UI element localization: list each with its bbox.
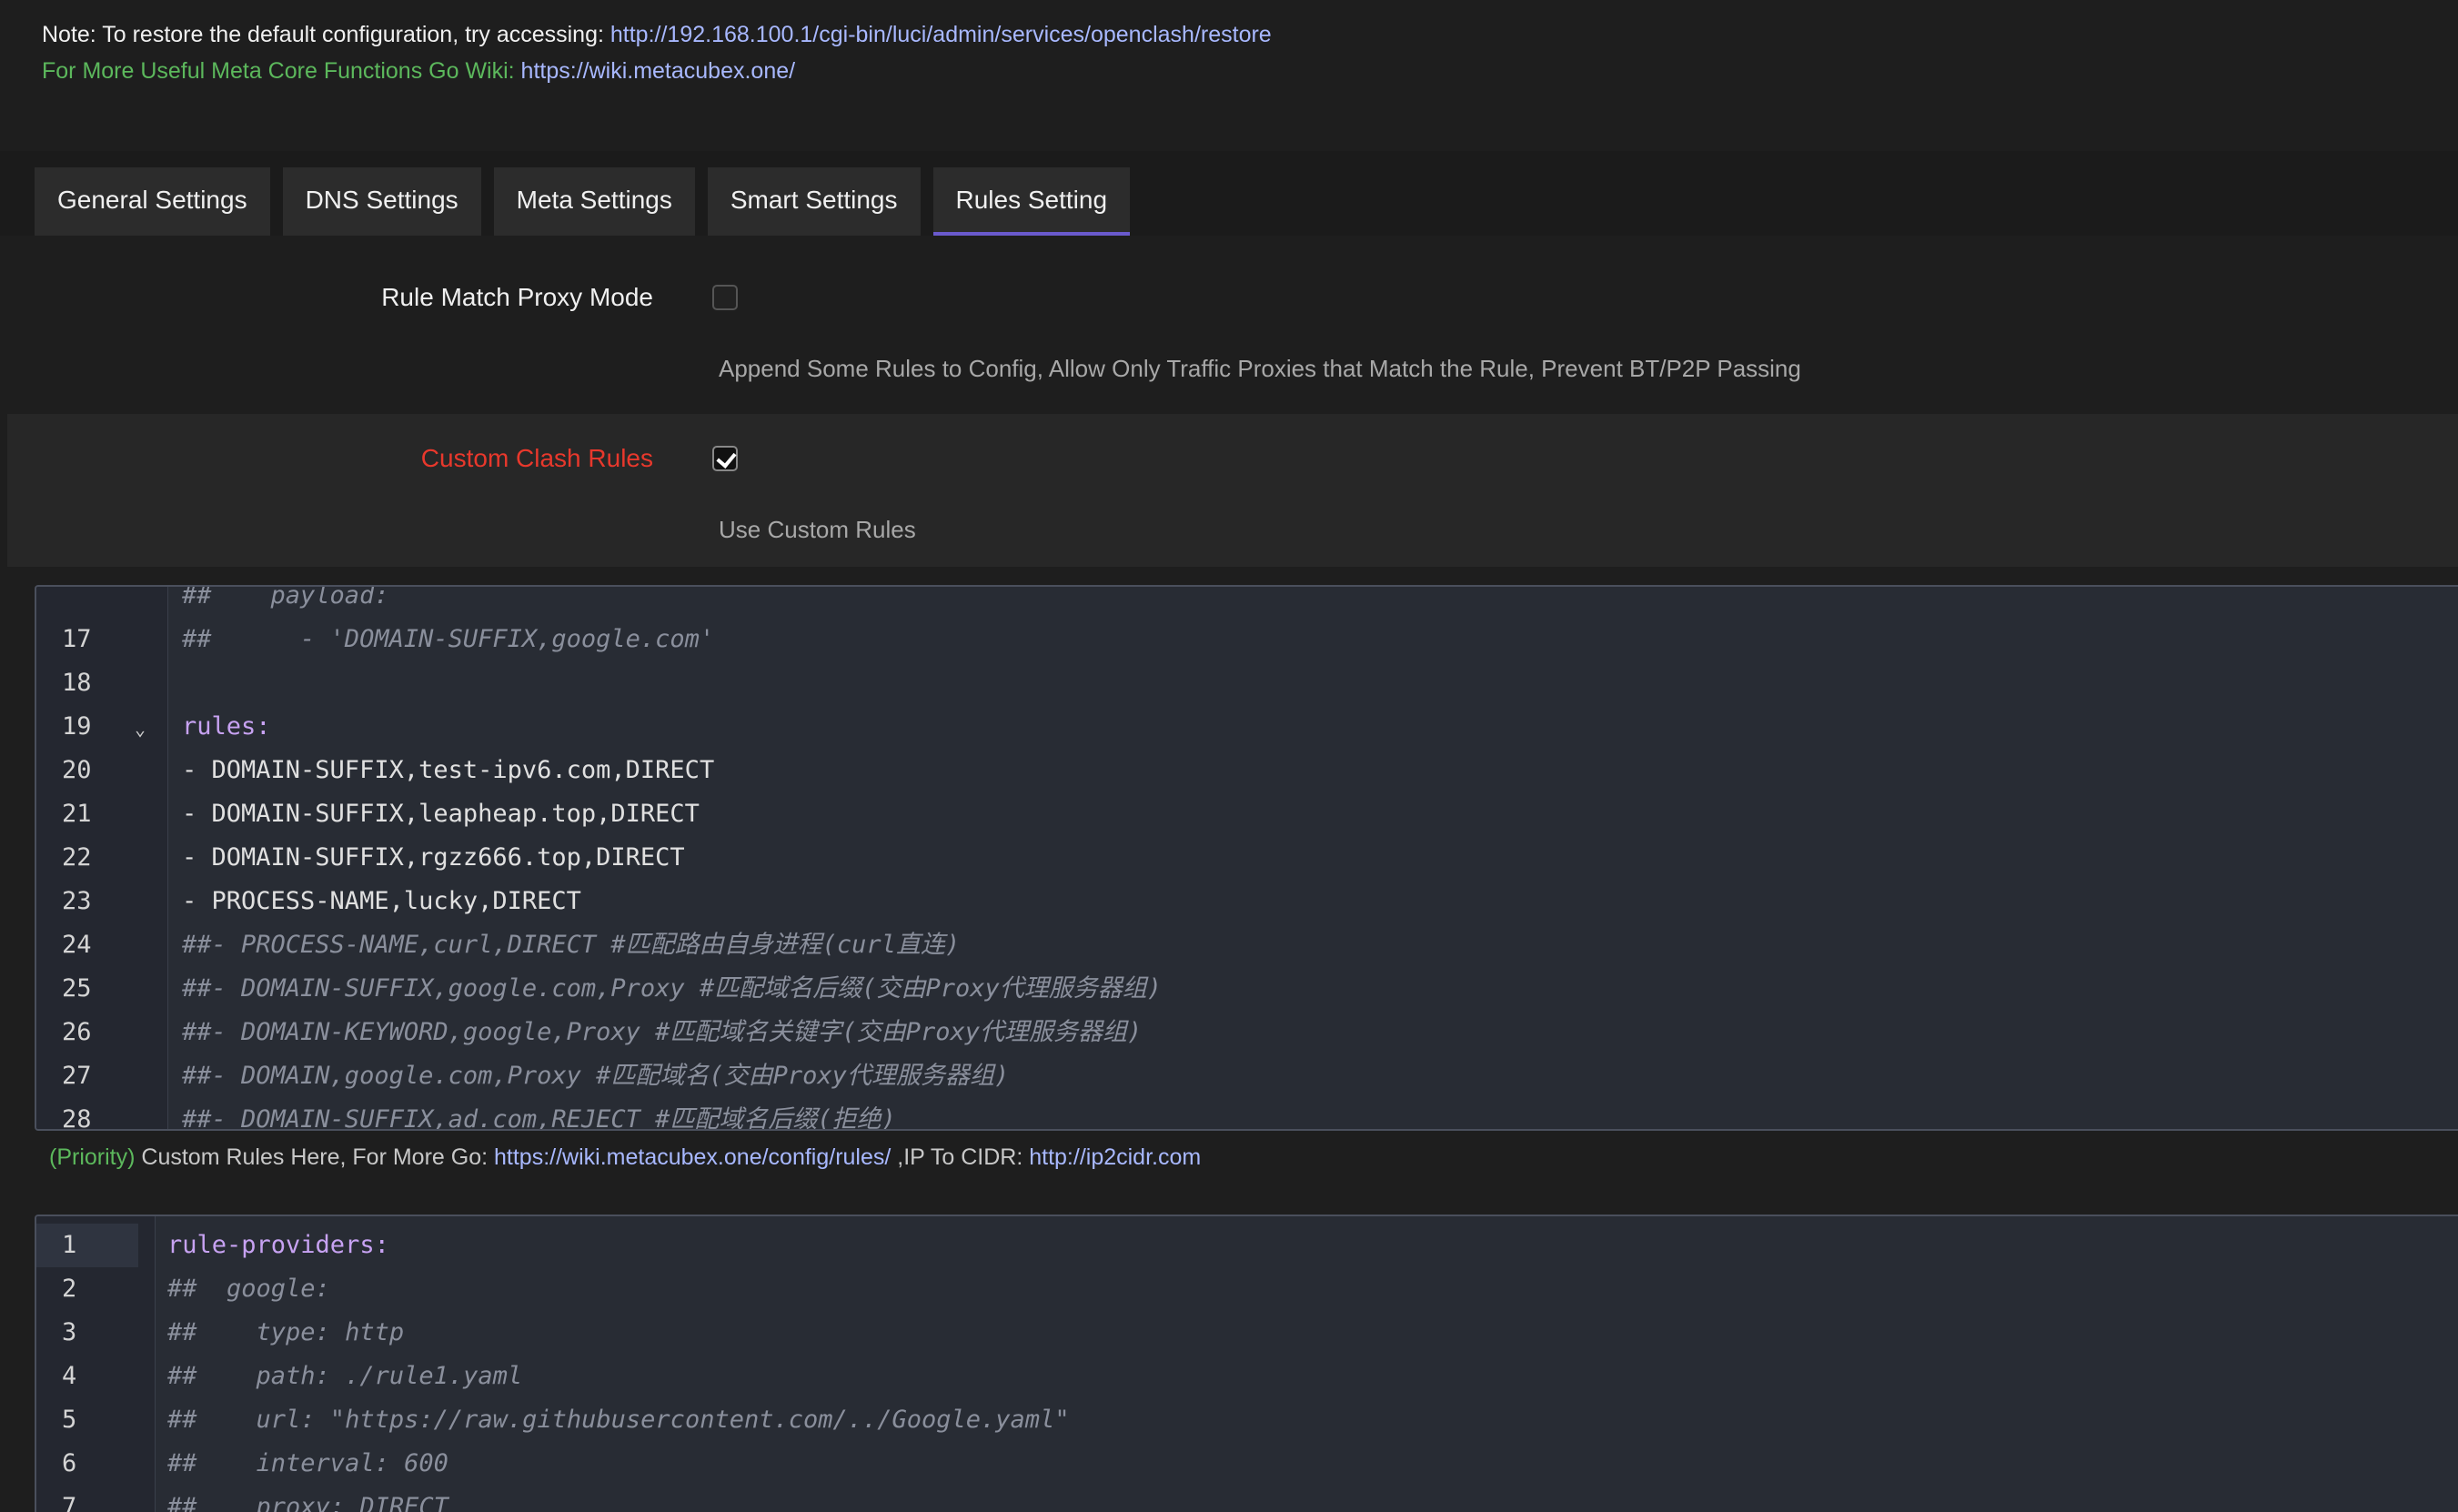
line-text: ## path: ./rule1.yaml	[167, 1362, 523, 1390]
line-text: ##- DOMAIN-SUFFIX,google.com,Proxy #匹配域名…	[182, 974, 1162, 1003]
custom-rules-editor[interactable]: ## payload: 17 ## - 'DOMAIN-SUFFIX,google.…	[35, 585, 2458, 1131]
code-line[interactable]: 4 ## path: ./rule1.yaml	[36, 1355, 2458, 1398]
code-line[interactable]: 1 rule-providers:	[36, 1224, 2458, 1267]
line-number: 5	[62, 1406, 77, 1434]
line-number: 3	[62, 1318, 77, 1346]
tab-meta-settings[interactable]: Meta Settings	[493, 167, 695, 236]
ip2cidr-link[interactable]: http://ip2cidr.com	[1029, 1144, 1201, 1170]
code-line[interactable]: 28 ##- DOMAIN-SUFFIX,ad.com,REJECT #匹配域名后…	[36, 1098, 2458, 1131]
line-text: ## url: "https://raw.githubusercontent.c…	[167, 1406, 1070, 1434]
line-number: 22	[62, 843, 92, 872]
priority-tag: (Priority)	[49, 1144, 136, 1170]
line-text: ## payload:	[182, 585, 389, 610]
code-line[interactable]: 25 ##- DOMAIN-SUFFIX,google.com,Proxy #匹配…	[36, 967, 2458, 1011]
line-text: ##- PROCESS-NAME,curl,DIRECT #匹配路由自身进程(c…	[182, 931, 961, 959]
rule-match-proxy-mode-description: Append Some Rules to Config, Allow Only …	[719, 355, 1801, 382]
code-line[interactable]: 19 ⌄ rules:	[36, 705, 2458, 749]
line-number: 21	[62, 800, 92, 828]
line-text: - PROCESS-NAME,lucky,DIRECT	[182, 887, 581, 915]
line-number: 7	[62, 1493, 77, 1512]
line-number: 27	[62, 1062, 92, 1090]
tab-rules-setting[interactable]: Rules Setting	[932, 167, 1131, 236]
code-line[interactable]: 6 ## interval: 600	[36, 1442, 2458, 1486]
wiki-note: For More Useful Meta Core Functions Go W…	[42, 53, 1272, 89]
restore-note: Note: To restore the default configurati…	[42, 16, 1272, 53]
rule-providers-editor[interactable]: 1 rule-providers: 2 ## google: 3 ## type: htt…	[35, 1215, 2458, 1512]
rule-match-proxy-mode-row: Rule Match Proxy Mode Append Some Rules …	[7, 236, 2458, 414]
code-line[interactable]: 18	[36, 661, 2458, 705]
rule-match-proxy-mode-checkbox[interactable]	[712, 285, 738, 310]
hint-text-2: ,IP To CIDR:	[891, 1144, 1030, 1170]
line-text: rule-providers:	[167, 1231, 389, 1259]
wiki-note-text: For More Useful Meta Core Functions Go W…	[42, 58, 521, 84]
custom-clash-rules-description: Use Custom Rules	[719, 516, 916, 543]
line-text: ## - 'DOMAIN-SUFFIX,google.com'	[182, 625, 715, 653]
restore-note-text: Note: To restore the default configurati…	[42, 22, 610, 47]
custom-rules-hint: (Priority) Custom Rules Here, For More G…	[49, 1144, 1201, 1171]
wiki-link[interactable]: https://wiki.metacubex.one/	[521, 58, 796, 84]
code-line[interactable]: 26 ##- DOMAIN-KEYWORD,google,Proxy #匹配域名关…	[36, 1011, 2458, 1054]
line-number: 28	[62, 1105, 92, 1131]
code-line[interactable]: ## payload:	[36, 585, 2458, 618]
line-text: rules:	[182, 712, 271, 741]
rule-match-proxy-mode-label: Rule Match Proxy Mode	[381, 283, 653, 311]
line-number: 17	[62, 625, 92, 653]
code-line[interactable]: 24 ##- PROCESS-NAME,curl,DIRECT #匹配路由自身进程…	[36, 923, 2458, 967]
settings-tab-bar: General Settings DNS Settings Meta Setti…	[0, 151, 2458, 236]
line-number: 4	[62, 1362, 77, 1390]
line-text: ##- DOMAIN-SUFFIX,ad.com,REJECT #匹配域名后缀(…	[182, 1105, 896, 1131]
code-line[interactable]: 21 - DOMAIN-SUFFIX,leapheap.top,DIRECT	[36, 792, 2458, 836]
line-number: 18	[62, 669, 92, 697]
code-line[interactable]: 7 ## proxy: DIRECT	[36, 1486, 2458, 1512]
line-text: ## type: http	[167, 1318, 405, 1346]
line-number: 20	[62, 756, 92, 784]
line-number: 2	[62, 1275, 77, 1303]
tab-smart-settings[interactable]: Smart Settings	[707, 167, 921, 236]
check-icon	[716, 448, 737, 469]
tab-dns-settings[interactable]: DNS Settings	[282, 167, 481, 236]
rules-docs-link[interactable]: https://wiki.metacubex.one/config/rules/	[494, 1144, 891, 1170]
line-number: 24	[62, 931, 92, 959]
custom-clash-rules-label: Custom Clash Rules	[420, 444, 653, 472]
code-line[interactable]: 5 ## url: "https://raw.githubusercontent.…	[36, 1398, 2458, 1442]
notes-area: Note: To restore the default configurati…	[42, 16, 1272, 89]
fold-chevron-icon[interactable]: ⌄	[135, 705, 146, 752]
line-number: 1	[62, 1231, 77, 1259]
tab-general-settings[interactable]: General Settings	[35, 167, 270, 236]
code-line[interactable]: 22 - DOMAIN-SUFFIX,rgzz666.top,DIRECT	[36, 836, 2458, 880]
hint-text-1: Custom Rules Here, For More Go:	[135, 1144, 494, 1170]
code-line[interactable]: 27 ##- DOMAIN,google.com,Proxy #匹配域名(交由Pr…	[36, 1054, 2458, 1098]
custom-clash-rules-checkbox[interactable]	[712, 446, 738, 471]
line-text: - DOMAIN-SUFFIX,leapheap.top,DIRECT	[182, 800, 700, 828]
code-line[interactable]: 20 - DOMAIN-SUFFIX,test-ipv6.com,DIRECT	[36, 749, 2458, 792]
code-line[interactable]: 2 ## google:	[36, 1267, 2458, 1311]
code-line[interactable]: 23 - PROCESS-NAME,lucky,DIRECT	[36, 880, 2458, 923]
line-text: - DOMAIN-SUFFIX,rgzz666.top,DIRECT	[182, 843, 685, 872]
code-line[interactable]: 3 ## type: http	[36, 1311, 2458, 1355]
line-number: 25	[62, 974, 92, 1003]
line-text: - DOMAIN-SUFFIX,test-ipv6.com,DIRECT	[182, 756, 715, 784]
custom-clash-rules-row: Custom Clash Rules Use Custom Rules	[7, 414, 2458, 567]
line-text: ##- DOMAIN,google.com,Proxy #匹配域名(交由Prox…	[182, 1062, 1010, 1090]
line-text: ## interval: 600	[167, 1449, 448, 1477]
line-text: ## proxy: DIRECT	[167, 1493, 448, 1512]
line-number: 23	[62, 887, 92, 915]
line-text: ##- DOMAIN-KEYWORD,google,Proxy #匹配域名关键字…	[182, 1018, 1143, 1046]
line-number: 26	[62, 1018, 92, 1046]
line-number: 19	[62, 712, 92, 741]
line-text: ## google:	[167, 1275, 330, 1303]
restore-link[interactable]: http://192.168.100.1/cgi-bin/luci/admin/…	[610, 22, 1272, 47]
code-line[interactable]: 17 ## - 'DOMAIN-SUFFIX,google.com'	[36, 618, 2458, 661]
line-number: 6	[62, 1449, 77, 1477]
